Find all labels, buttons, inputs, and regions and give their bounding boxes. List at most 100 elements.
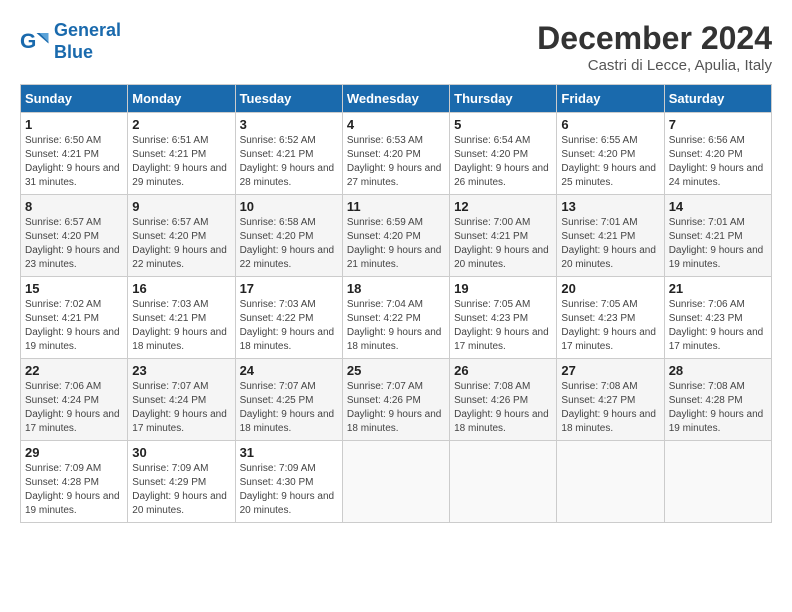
day-number: 12 <box>454 199 552 214</box>
calendar-body: 1Sunrise: 6:50 AM Sunset: 4:21 PM Daylig… <box>21 113 772 523</box>
day-number: 4 <box>347 117 445 132</box>
day-info: Sunrise: 7:01 AM Sunset: 4:21 PM Dayligh… <box>669 216 767 272</box>
day-number: 1 <box>25 117 123 132</box>
calendar-cell: 9Sunrise: 6:57 AM Sunset: 4:20 PM Daylig… <box>128 195 235 277</box>
day-info: Sunrise: 7:07 AM Sunset: 4:24 PM Dayligh… <box>132 380 230 436</box>
day-info: Sunrise: 6:54 AM Sunset: 4:20 PM Dayligh… <box>454 134 552 190</box>
day-info: Sunrise: 7:08 AM Sunset: 4:27 PM Dayligh… <box>561 380 659 436</box>
day-info: Sunrise: 6:58 AM Sunset: 4:20 PM Dayligh… <box>240 216 338 272</box>
calendar-cell <box>557 441 664 523</box>
day-info: Sunrise: 7:09 AM Sunset: 4:30 PM Dayligh… <box>240 462 338 518</box>
weekday-thursday: Thursday <box>450 85 557 113</box>
day-info: Sunrise: 7:00 AM Sunset: 4:21 PM Dayligh… <box>454 216 552 272</box>
day-info: Sunrise: 7:03 AM Sunset: 4:21 PM Dayligh… <box>132 298 230 354</box>
calendar-cell: 17Sunrise: 7:03 AM Sunset: 4:22 PM Dayli… <box>235 277 342 359</box>
weekday-wednesday: Wednesday <box>342 85 449 113</box>
weekday-saturday: Saturday <box>664 85 771 113</box>
day-info: Sunrise: 7:08 AM Sunset: 4:26 PM Dayligh… <box>454 380 552 436</box>
day-info: Sunrise: 7:06 AM Sunset: 4:24 PM Dayligh… <box>25 380 123 436</box>
calendar-cell: 10 Sunrise: 6:58 AM Sunset: 4:20 PM Dayli… <box>235 195 342 277</box>
day-number: 19 <box>454 281 552 296</box>
day-number: 18 <box>347 281 445 296</box>
calendar-week-4: 22Sunrise: 7:06 AM Sunset: 4:24 PM Dayli… <box>21 359 772 441</box>
page-header: G General Blue December 2024 Castri di L… <box>20 20 772 74</box>
calendar-cell: 15Sunrise: 7:02 AM Sunset: 4:21 PM Dayli… <box>21 277 128 359</box>
day-info: Sunrise: 7:05 AM Sunset: 4:23 PM Dayligh… <box>561 298 659 354</box>
weekday-friday: Friday <box>557 85 664 113</box>
calendar-cell: 4 Sunrise: 6:53 AM Sunset: 4:20 PM Daylig… <box>342 113 449 195</box>
day-number: 7 <box>669 117 767 132</box>
calendar-cell: 28Sunrise: 7:08 AM Sunset: 4:28 PM Dayli… <box>664 359 771 441</box>
calendar-cell: 14 Sunrise: 7:01 AM Sunset: 4:21 PM Dayli… <box>664 195 771 277</box>
calendar-cell: 12 Sunrise: 7:00 AM Sunset: 4:21 PM Dayli… <box>450 195 557 277</box>
calendar-cell: 19 Sunrise: 7:05 AM Sunset: 4:23 PM Dayli… <box>450 277 557 359</box>
weekday-header-row: SundayMondayTuesdayWednesdayThursdayFrid… <box>21 85 772 113</box>
weekday-monday: Monday <box>128 85 235 113</box>
calendar-table: SundayMondayTuesdayWednesdayThursdayFrid… <box>20 84 772 523</box>
calendar-cell: 29 Sunrise: 7:09 AM Sunset: 4:28 PM Dayli… <box>21 441 128 523</box>
logo: G General Blue <box>20 20 121 63</box>
day-info: Sunrise: 6:55 AM Sunset: 4:20 PM Dayligh… <box>561 134 659 190</box>
day-number: 20 <box>561 281 659 296</box>
weekday-tuesday: Tuesday <box>235 85 342 113</box>
weekday-sunday: Sunday <box>21 85 128 113</box>
calendar-cell: 30 Sunrise: 7:09 AM Sunset: 4:29 PM Dayli… <box>128 441 235 523</box>
calendar-cell <box>664 441 771 523</box>
day-number: 16 <box>132 281 230 296</box>
calendar-cell <box>450 441 557 523</box>
day-info: Sunrise: 7:07 AM Sunset: 4:25 PM Dayligh… <box>240 380 338 436</box>
day-number: 25 <box>347 363 445 378</box>
day-number: 21 <box>669 281 767 296</box>
calendar-cell: 23 Sunrise: 7:07 AM Sunset: 4:24 PM Dayli… <box>128 359 235 441</box>
day-info: Sunrise: 6:52 AM Sunset: 4:21 PM Dayligh… <box>240 134 338 190</box>
calendar-cell: 11Sunrise: 6:59 AM Sunset: 4:20 PM Dayli… <box>342 195 449 277</box>
calendar-week-2: 8 Sunrise: 6:57 AM Sunset: 4:20 PM Daylig… <box>21 195 772 277</box>
location: Castri di Lecce, Apulia, Italy <box>537 57 772 74</box>
calendar-cell: 31Sunrise: 7:09 AM Sunset: 4:30 PM Dayli… <box>235 441 342 523</box>
calendar-cell: 18Sunrise: 7:04 AM Sunset: 4:22 PM Dayli… <box>342 277 449 359</box>
calendar-week-5: 29 Sunrise: 7:09 AM Sunset: 4:28 PM Dayli… <box>21 441 772 523</box>
calendar-cell <box>342 441 449 523</box>
calendar-week-3: 15Sunrise: 7:02 AM Sunset: 4:21 PM Dayli… <box>21 277 772 359</box>
day-info: Sunrise: 6:57 AM Sunset: 4:20 PM Dayligh… <box>25 216 123 272</box>
calendar-cell: 5Sunrise: 6:54 AM Sunset: 4:20 PM Daylig… <box>450 113 557 195</box>
day-number: 24 <box>240 363 338 378</box>
day-number: 27 <box>561 363 659 378</box>
calendar-cell: 27 Sunrise: 7:08 AM Sunset: 4:27 PM Dayli… <box>557 359 664 441</box>
day-number: 23 <box>132 363 230 378</box>
day-info: Sunrise: 6:56 AM Sunset: 4:20 PM Dayligh… <box>669 134 767 190</box>
calendar-cell: 25 Sunrise: 7:07 AM Sunset: 4:26 PM Dayli… <box>342 359 449 441</box>
calendar-cell: 2 Sunrise: 6:51 AM Sunset: 4:21 PM Daylig… <box>128 113 235 195</box>
day-info: Sunrise: 6:51 AM Sunset: 4:21 PM Dayligh… <box>132 134 230 190</box>
calendar-cell: 13 Sunrise: 7:01 AM Sunset: 4:21 PM Dayli… <box>557 195 664 277</box>
calendar-cell: 26 Sunrise: 7:08 AM Sunset: 4:26 PM Dayli… <box>450 359 557 441</box>
day-number: 2 <box>132 117 230 132</box>
calendar-cell: 16 Sunrise: 7:03 AM Sunset: 4:21 PM Dayli… <box>128 277 235 359</box>
day-info: Sunrise: 6:57 AM Sunset: 4:20 PM Dayligh… <box>132 216 230 272</box>
calendar-cell: 7 Sunrise: 6:56 AM Sunset: 4:20 PM Daylig… <box>664 113 771 195</box>
day-number: 29 <box>25 445 123 460</box>
day-number: 14 <box>669 199 767 214</box>
calendar-cell: 20 Sunrise: 7:05 AM Sunset: 4:23 PM Dayli… <box>557 277 664 359</box>
day-info: Sunrise: 7:01 AM Sunset: 4:21 PM Dayligh… <box>561 216 659 272</box>
calendar-cell: 22Sunrise: 7:06 AM Sunset: 4:24 PM Dayli… <box>21 359 128 441</box>
day-number: 10 <box>240 199 338 214</box>
day-number: 3 <box>240 117 338 132</box>
calendar-cell: 24 Sunrise: 7:07 AM Sunset: 4:25 PM Dayli… <box>235 359 342 441</box>
day-number: 28 <box>669 363 767 378</box>
day-number: 11 <box>347 199 445 214</box>
title-area: December 2024 Castri di Lecce, Apulia, I… <box>537 20 772 74</box>
day-info: Sunrise: 7:07 AM Sunset: 4:26 PM Dayligh… <box>347 380 445 436</box>
day-info: Sunrise: 6:53 AM Sunset: 4:20 PM Dayligh… <box>347 134 445 190</box>
day-number: 8 <box>25 199 123 214</box>
day-info: Sunrise: 7:09 AM Sunset: 4:29 PM Dayligh… <box>132 462 230 518</box>
calendar-week-1: 1Sunrise: 6:50 AM Sunset: 4:21 PM Daylig… <box>21 113 772 195</box>
day-number: 30 <box>132 445 230 460</box>
calendar-cell: 8 Sunrise: 6:57 AM Sunset: 4:20 PM Daylig… <box>21 195 128 277</box>
day-number: 26 <box>454 363 552 378</box>
day-info: Sunrise: 7:09 AM Sunset: 4:28 PM Dayligh… <box>25 462 123 518</box>
day-info: Sunrise: 7:05 AM Sunset: 4:23 PM Dayligh… <box>454 298 552 354</box>
day-number: 17 <box>240 281 338 296</box>
day-number: 13 <box>561 199 659 214</box>
svg-text:G: G <box>20 30 36 53</box>
